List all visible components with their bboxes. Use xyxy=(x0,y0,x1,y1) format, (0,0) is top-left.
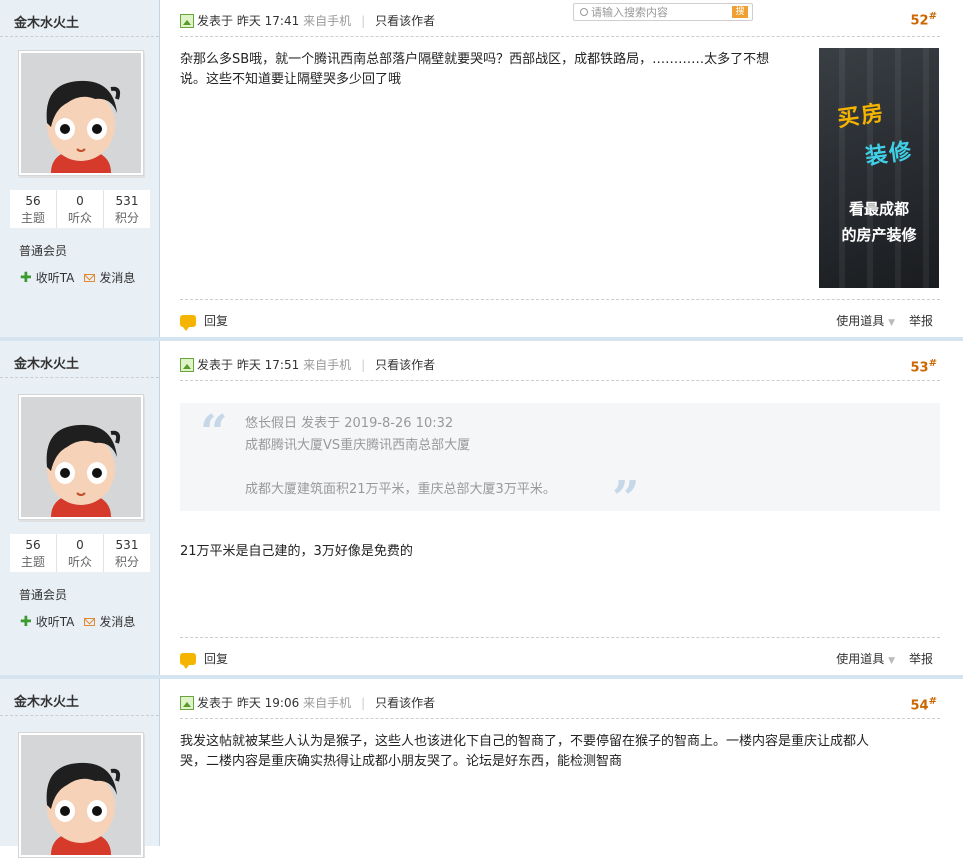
author-actions: ✚ 收听TA 发消息 xyxy=(20,613,135,630)
divider xyxy=(180,36,940,37)
floor-number[interactable]: 54# xyxy=(911,696,937,713)
search-button[interactable]: 搜 xyxy=(732,6,748,18)
plus-icon: ✚ xyxy=(20,269,32,286)
divider xyxy=(180,380,940,381)
caret-down-icon: ▼ xyxy=(888,318,895,328)
use-item-dropdown[interactable]: 使用道具 ▼ xyxy=(836,312,895,329)
member-rank: 普通会员 xyxy=(19,588,68,602)
author-sidebar: 金木水火土 56 主题 0 听众 531 积分 普通会员 ✚ 收听TA 发消息 xyxy=(0,341,160,675)
post-tools: 使用道具 ▼ 举报 xyxy=(836,312,933,329)
author-sidebar: 金木水火土 xyxy=(0,679,160,858)
follow-button[interactable]: ✚ 收听TA xyxy=(20,269,74,286)
mobile-post-icon xyxy=(180,695,194,710)
author-sidebar: 金木水火土 56 主题 0 听众 531 积分 普通会员 ✚ 收听TA 发消息 xyxy=(0,0,160,337)
mobile-post-icon xyxy=(180,357,194,372)
floor-number[interactable]: 52# xyxy=(911,11,937,28)
post-body: 我发这帖就被某些人认为是猴子，这些人也该进化下自己的智商了，不要停留在猴子的智商… xyxy=(180,734,870,769)
stat-topics[interactable]: 56 主题 xyxy=(10,534,57,572)
post-content: 发表于 昨天 17:41 来自手机 | 只看该作者 52# 杂那么多SB哦，就一… xyxy=(160,0,963,337)
post-time: 昨天 17:41 xyxy=(236,14,300,28)
avatar[interactable] xyxy=(18,394,144,520)
reply-icon xyxy=(180,314,196,331)
stat-followers[interactable]: 0 听众 xyxy=(57,534,104,572)
stat-points[interactable]: 531 积分 xyxy=(104,534,150,572)
ad-banner[interactable]: 买房 装修 看最成都 的房产装修 xyxy=(819,48,939,288)
ad-tagline: 看最成都 的房产装修 xyxy=(841,200,917,244)
search-input[interactable]: 请输入搜索内容 搜 xyxy=(573,3,753,21)
follow-button[interactable]: ✚ 收听TA xyxy=(20,613,74,630)
post-time: 昨天 17:51 xyxy=(236,358,300,372)
post-meta: 发表于 昨天 17:51 来自手机 | 只看该作者 xyxy=(180,356,435,373)
divider xyxy=(0,36,159,37)
quote-close-icon: ” xyxy=(612,471,640,527)
mail-icon xyxy=(84,273,96,282)
member-rank: 普通会员 xyxy=(19,244,68,258)
divider xyxy=(180,637,940,638)
post-meta: 发表于 昨天 19:06 来自手机 | 只看该作者 xyxy=(180,694,435,711)
plus-icon: ✚ xyxy=(20,613,32,630)
author-stats: 56 主题 0 听众 531 积分 xyxy=(10,534,150,572)
only-author-link[interactable]: 只看该作者 xyxy=(375,694,435,711)
avatar[interactable] xyxy=(18,732,144,858)
author-actions: ✚ 收听TA 发消息 xyxy=(20,269,135,286)
message-button[interactable]: 发消息 xyxy=(84,269,135,286)
message-button[interactable]: 发消息 xyxy=(84,613,135,630)
post-53: 金木水火土 56 主题 0 听众 531 积分 普通会员 ✚ 收听TA 发消息 … xyxy=(0,341,963,675)
quote-text: 悠长假日 发表于 2019-8-26 10:32 成都腾讯大厦VS重庆腾讯西南总… xyxy=(245,413,556,501)
divider xyxy=(0,377,159,378)
post-52: 金木水火土 56 主题 0 听众 531 积分 普通会员 ✚ 收听TA 发消息 … xyxy=(0,0,963,337)
author-name[interactable]: 金木水火土 xyxy=(14,12,79,31)
post-54: 金木水火土 发表于 昨天 19:06 来自手机 | 只看该作者 54# 我发这帖… xyxy=(0,679,963,858)
stat-followers[interactable]: 0 听众 xyxy=(57,190,104,228)
search-icon xyxy=(580,8,588,16)
divider xyxy=(0,715,159,716)
only-author-link[interactable]: 只看该作者 xyxy=(375,356,435,373)
author-name[interactable]: 金木水火土 xyxy=(14,353,79,372)
mobile-post-icon xyxy=(180,13,194,28)
quote-header[interactable]: 悠长假日 发表于 2019-8-26 10:32 xyxy=(245,413,556,435)
post-body: 杂那么多SB哦，就一个腾讯西南总部落户隔壁就要哭吗？西部战区，成都铁路局，………… xyxy=(180,52,770,87)
stat-points[interactable]: 531 积分 xyxy=(104,190,150,228)
quote-block: “ 悠长假日 发表于 2019-8-26 10:32 成都腾讯大厦VS重庆腾讯西… xyxy=(180,403,940,523)
quote-open-icon: “ xyxy=(200,405,228,461)
avatar-image xyxy=(21,53,141,173)
ad-headline: 买房 xyxy=(835,100,887,133)
avatar[interactable] xyxy=(18,50,144,176)
post-content: 发表于 昨天 19:06 来自手机 | 只看该作者 54# 我发这帖就被某些人认… xyxy=(160,679,963,846)
use-item-dropdown[interactable]: 使用道具 ▼ xyxy=(836,650,895,667)
ad-subheadline: 装修 xyxy=(863,138,915,171)
reply-button[interactable]: 回复 xyxy=(180,312,228,331)
post-body: 21万平米是自己建的，3万好像是免费的 xyxy=(180,544,413,559)
report-link[interactable]: 举报 xyxy=(909,650,933,667)
author-name[interactable]: 金木水火土 xyxy=(14,691,79,710)
divider xyxy=(180,718,940,719)
report-link[interactable]: 举报 xyxy=(909,312,933,329)
only-author-link[interactable]: 只看该作者 xyxy=(375,12,435,29)
stat-topics[interactable]: 56 主题 xyxy=(10,190,57,228)
post-meta: 发表于 昨天 17:41 来自手机 | 只看该作者 xyxy=(180,12,435,29)
mail-icon xyxy=(84,617,96,626)
avatar-image xyxy=(21,397,141,517)
post-content: 发表于 昨天 17:51 来自手机 | 只看该作者 53# “ 悠长假日 发表于… xyxy=(160,341,963,675)
divider xyxy=(180,299,940,300)
reply-icon xyxy=(180,652,196,669)
post-time: 昨天 19:06 xyxy=(236,696,300,710)
post-tools: 使用道具 ▼ 举报 xyxy=(836,650,933,667)
caret-down-icon: ▼ xyxy=(888,656,895,666)
reply-button[interactable]: 回复 xyxy=(180,650,228,669)
avatar-image xyxy=(21,735,141,855)
floor-number[interactable]: 53# xyxy=(911,358,937,375)
author-stats: 56 主题 0 听众 531 积分 xyxy=(10,190,150,228)
